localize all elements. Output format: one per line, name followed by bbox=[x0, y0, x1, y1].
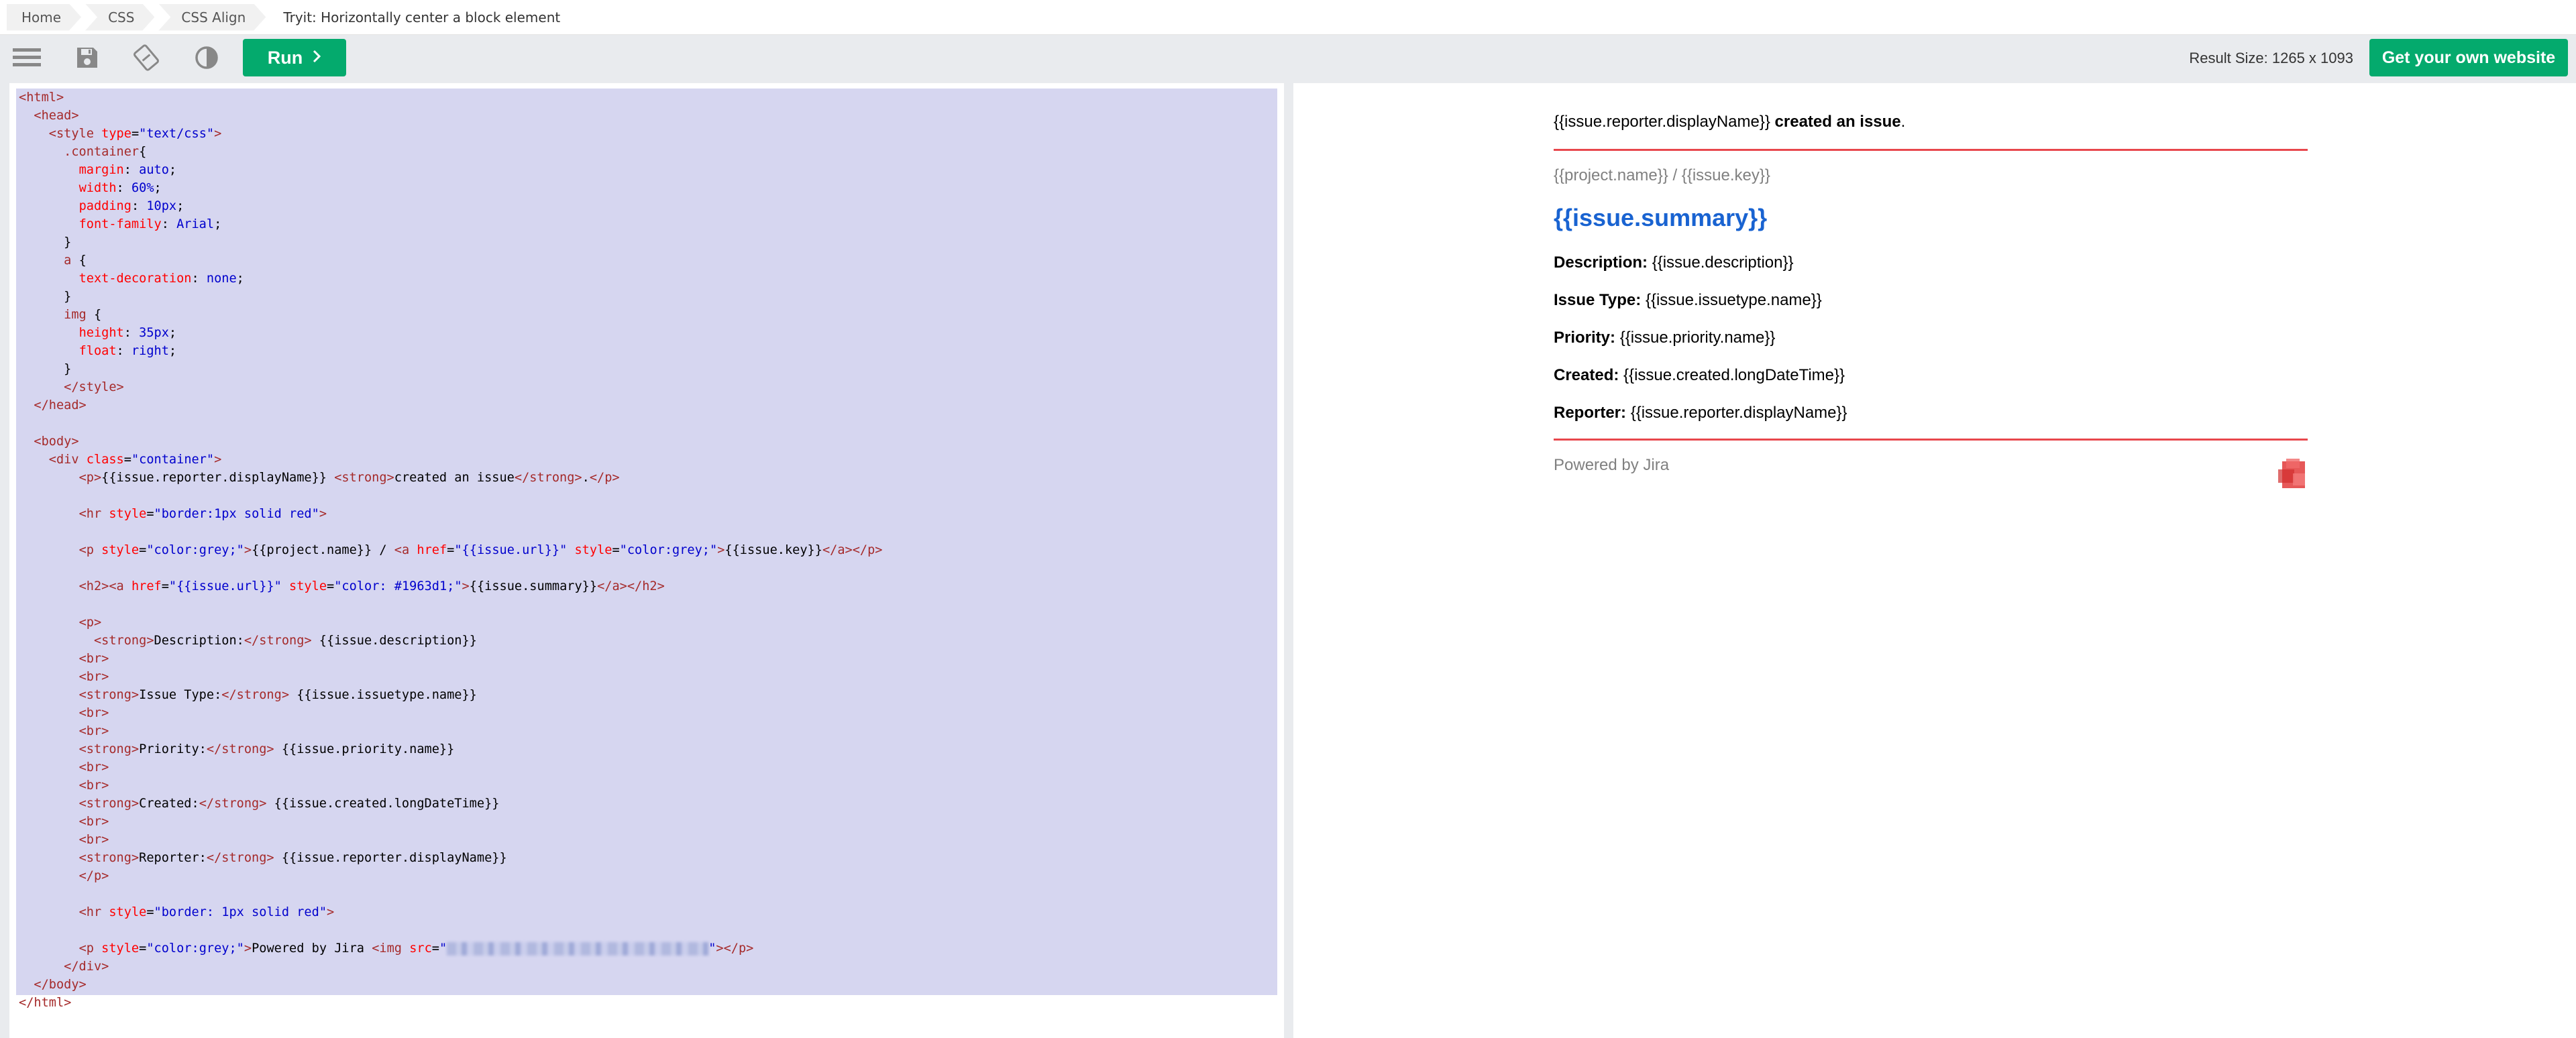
project-key-line: {{project.name}} / {{issue.key}} bbox=[1554, 166, 1770, 184]
top-divider bbox=[1554, 149, 2308, 151]
field-value: {{issue.issuetype.name}} bbox=[1645, 291, 1822, 309]
reporter-name: {{issue.reporter.displayName}} bbox=[1554, 113, 1770, 131]
code-text[interactable]: <html> <head> <style type="text/css"> .c… bbox=[19, 89, 883, 1012]
contrast-icon[interactable] bbox=[192, 44, 221, 71]
field-reporter: Reporter: {{issue.reporter.displayName}} bbox=[1554, 404, 1847, 422]
menu-icon[interactable] bbox=[12, 44, 42, 71]
breadcrumb-css-align[interactable]: CSS Align bbox=[158, 4, 266, 31]
jira-logo-image bbox=[2277, 457, 2308, 491]
save-icon[interactable] bbox=[72, 44, 102, 71]
field-value: {{issue.reporter.displayName}} bbox=[1630, 404, 1847, 422]
field-issue-type: Issue Type: {{issue.issuetype.name}} bbox=[1554, 291, 1822, 310]
get-own-website-button[interactable]: Get your own website bbox=[2369, 39, 2568, 76]
breadcrumb-current: Tryit: Horizontally center a block eleme… bbox=[283, 9, 561, 25]
field-label: Description: bbox=[1554, 253, 1648, 272]
powered-by-text: Powered by Jira bbox=[1554, 456, 1670, 474]
issue-summary-link[interactable]: {{issue.summary}} bbox=[1554, 204, 1767, 232]
run-button[interactable]: Run bbox=[243, 39, 346, 76]
code-editor[interactable]: <html> <head> <style type="text/css"> .c… bbox=[9, 83, 1284, 1038]
breadcrumb-css-label: CSS bbox=[108, 9, 135, 25]
field-value: {{issue.priority.name}} bbox=[1619, 329, 1776, 347]
breadcrumb-home[interactable]: Home bbox=[7, 4, 81, 31]
created-issue-text: created an issue bbox=[1774, 113, 1901, 131]
panel-divider[interactable] bbox=[1284, 80, 1293, 1038]
chevron-right-icon bbox=[312, 48, 321, 68]
field-label: Created: bbox=[1554, 366, 1619, 384]
breadcrumb-css[interactable]: CSS bbox=[85, 4, 154, 31]
field-label: Reporter: bbox=[1554, 404, 1627, 422]
field-label: Issue Type: bbox=[1554, 291, 1642, 309]
field-label: Priority: bbox=[1554, 329, 1616, 347]
toolbar: Run Result Size: 1265 x 1093 Get your ow… bbox=[0, 35, 2576, 80]
field-value: {{issue.description}} bbox=[1652, 253, 1794, 272]
field-description: Description: {{issue.description}} bbox=[1554, 253, 1794, 272]
field-value: {{issue.created.longDateTime}} bbox=[1623, 366, 1845, 384]
rotate-icon[interactable] bbox=[131, 44, 161, 71]
result-size: Result Size: 1265 x 1093 bbox=[2189, 50, 2353, 66]
result-panel: {{issue.reporter.displayName}} created a… bbox=[1293, 83, 2576, 1038]
breadcrumb-home-label: Home bbox=[21, 9, 62, 25]
bottom-divider bbox=[1554, 439, 2308, 441]
period: . bbox=[1900, 113, 1906, 131]
breadcrumb: Home CSS CSS Align Tryit: Horizontally c… bbox=[0, 0, 2576, 35]
reporter-line: {{issue.reporter.displayName}} created a… bbox=[1554, 113, 1905, 131]
field-created: Created: {{issue.created.longDateTime}} bbox=[1554, 366, 1845, 385]
field-priority: Priority: {{issue.priority.name}} bbox=[1554, 329, 1775, 347]
run-button-label: Run bbox=[267, 47, 303, 68]
breadcrumb-css-align-label: CSS Align bbox=[181, 9, 246, 25]
